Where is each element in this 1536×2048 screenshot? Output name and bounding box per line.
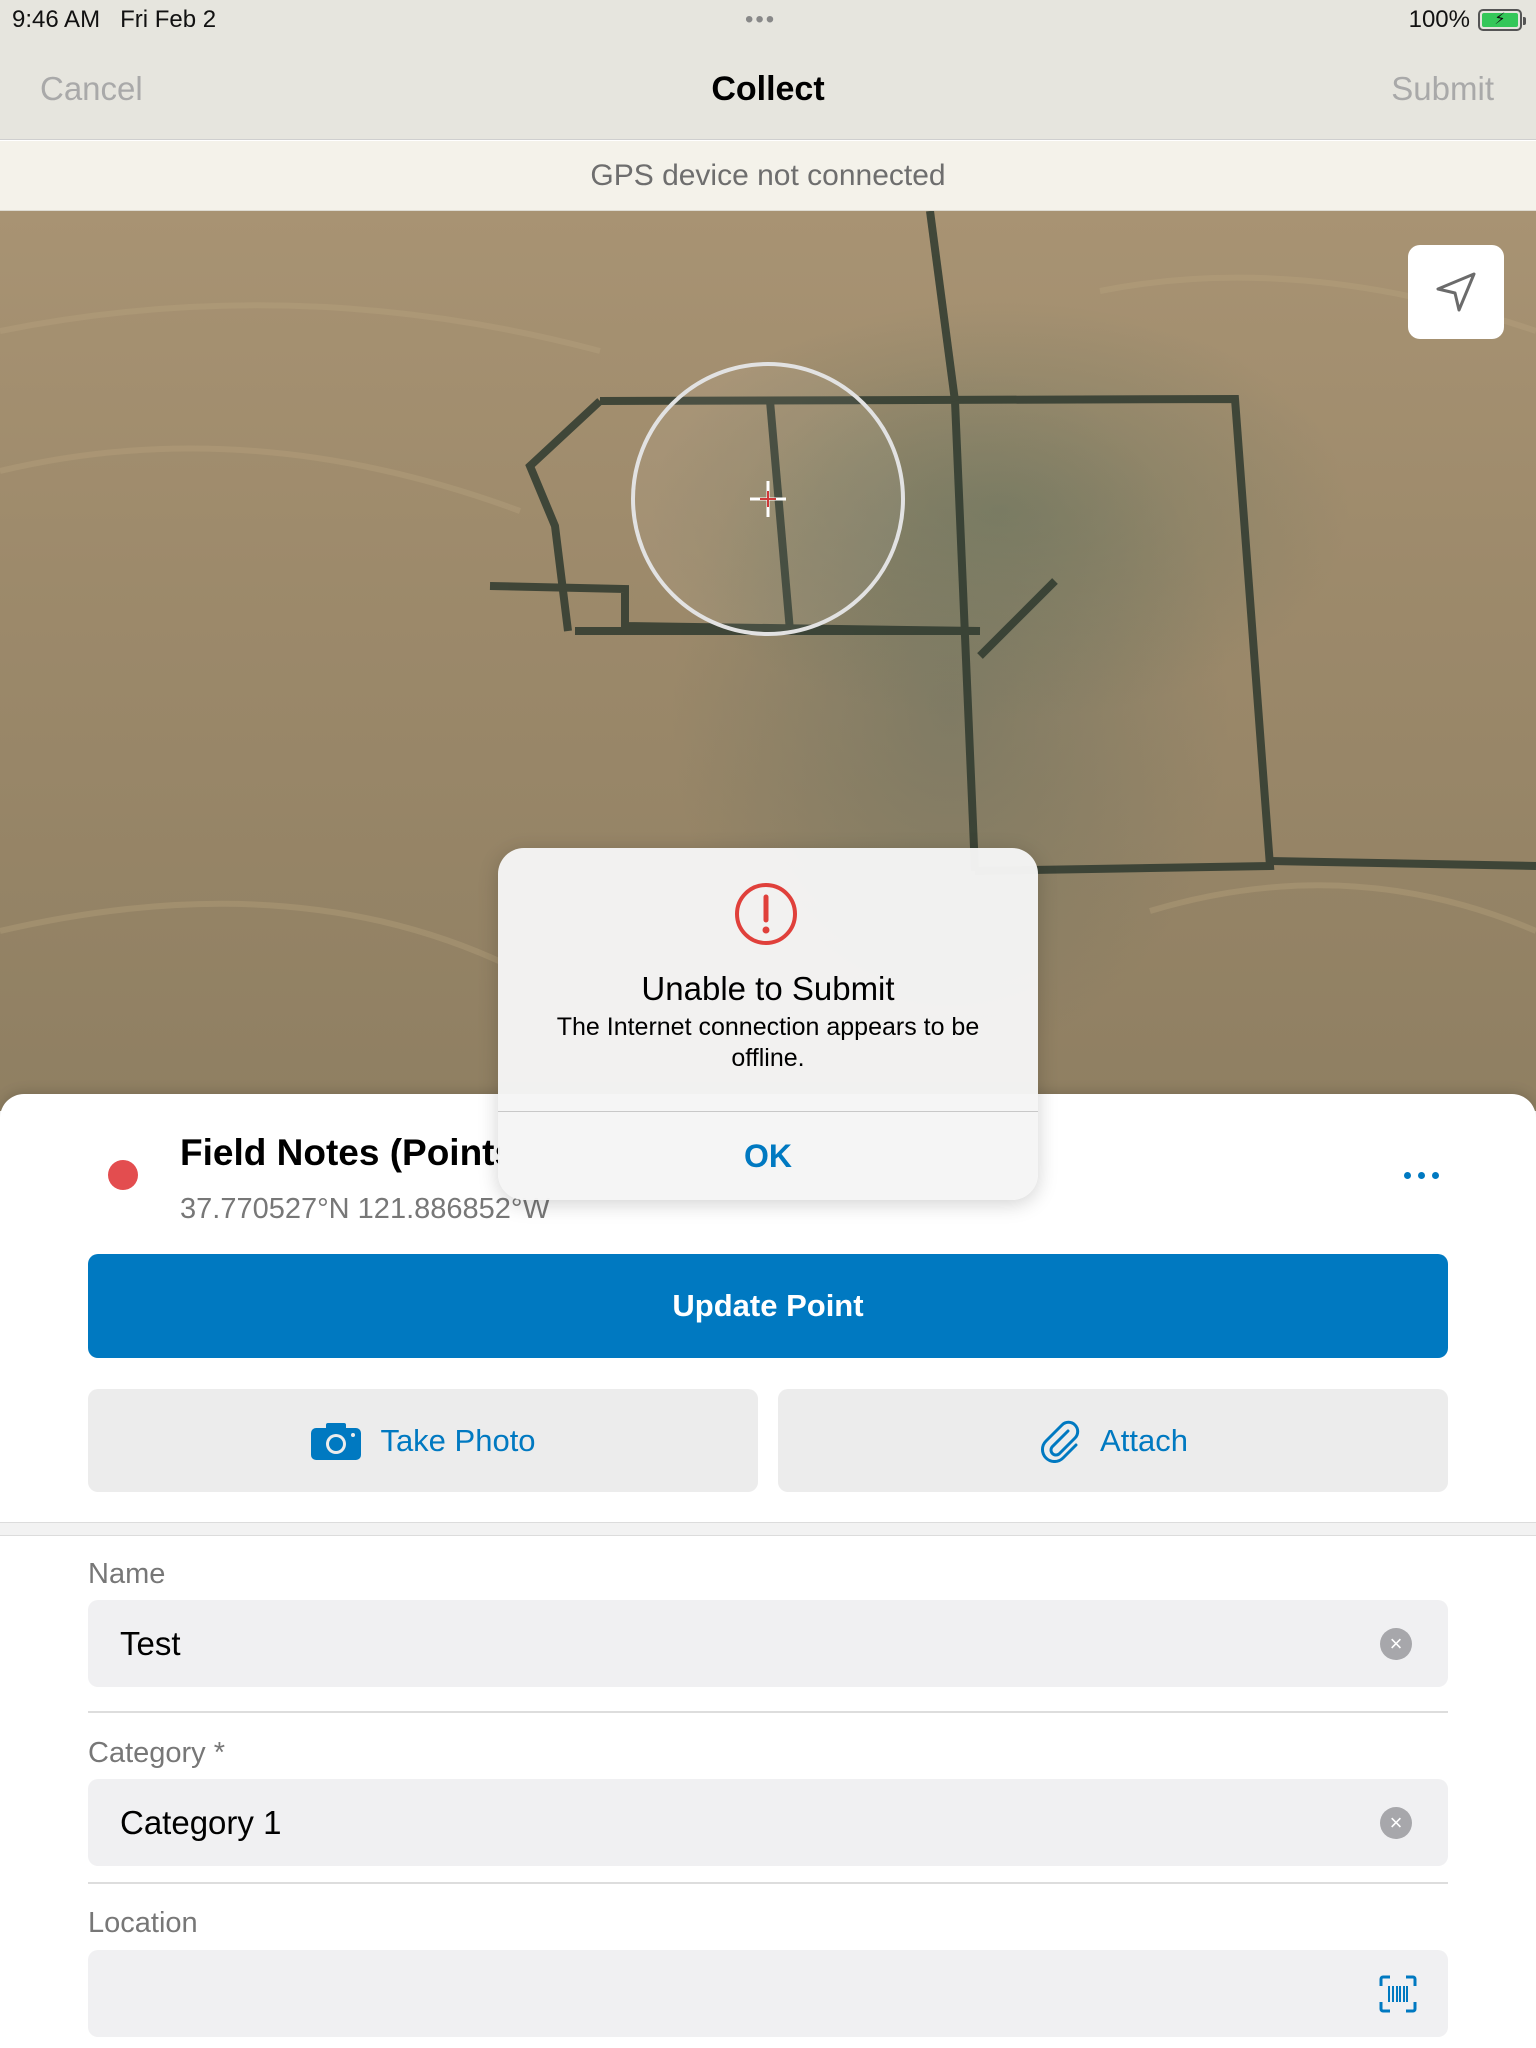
- paperclip-icon: [1041, 1420, 1080, 1463]
- battery-icon: ⚡: [1478, 9, 1526, 31]
- error-alert-dialog: Unable to Submit The Internet connection…: [498, 848, 1038, 1200]
- navigation-arrow-icon: [1436, 272, 1476, 312]
- warning-icon: [735, 883, 797, 945]
- feature-panel: [0, 1094, 1536, 2048]
- cancel-button[interactable]: Cancel: [40, 70, 143, 108]
- attach-button[interactable]: Attach: [778, 1389, 1448, 1492]
- alert-title: Unable to Submit: [641, 970, 895, 1007]
- alert-message: The Internet connection appears to be of…: [556, 1013, 980, 1072]
- attach-label: Attach: [1100, 1422, 1188, 1458]
- gps-status-banner: GPS device not connected: [0, 141, 1536, 211]
- section-divider: [0, 1522, 1536, 1536]
- navigation-bar: 9:46 AM Fri Feb 2 ••• 100% ⚡ Cancel Coll…: [0, 0, 1536, 140]
- clear-icon[interactable]: ×: [1380, 1807, 1412, 1839]
- name-field[interactable]: Test ×: [88, 1600, 1448, 1687]
- crosshair-icon: [750, 481, 786, 517]
- feature-coordinates: 37.770527°N 121.886852°W: [180, 1193, 550, 1225]
- take-photo-label: Take Photo: [380, 1422, 536, 1458]
- ok-button[interactable]: OK: [498, 1112, 1038, 1200]
- page-title: Collect: [711, 70, 825, 108]
- camera-icon: [311, 1422, 362, 1460]
- more-options-button[interactable]: [1392, 1155, 1450, 1195]
- ellipsis-icon: [1403, 1171, 1411, 1179]
- status-clock: 9:46 AM: [12, 6, 101, 33]
- battery-status: 100% ⚡: [1408, 6, 1526, 34]
- field-divider: [88, 1882, 1448, 1884]
- status-time: 9:46 AM Fri Feb 2: [12, 6, 216, 34]
- name-value: Test: [120, 1625, 181, 1662]
- location-field[interactable]: [88, 1950, 1448, 2037]
- feature-layer-title: Field Notes (Points): [180, 1132, 500, 1173]
- location-label: Location: [88, 1907, 198, 1939]
- barcode-scan-icon[interactable]: [1378, 1974, 1418, 2014]
- take-photo-button[interactable]: Take Photo: [88, 1389, 758, 1492]
- submit-button[interactable]: Submit: [1391, 70, 1494, 108]
- feature-symbol: [108, 1160, 138, 1190]
- locate-button[interactable]: [1408, 245, 1504, 339]
- clear-icon[interactable]: ×: [1380, 1628, 1412, 1660]
- name-label: Name: [88, 1558, 166, 1590]
- field-divider: [88, 1711, 1448, 1713]
- battery-percent: 100%: [1408, 6, 1470, 33]
- update-point-button[interactable]: Update Point: [88, 1254, 1448, 1358]
- multitasking-dots[interactable]: •••: [745, 6, 776, 34]
- status-date: Fri Feb 2: [120, 6, 217, 33]
- category-label: Category *: [88, 1737, 226, 1769]
- category-field[interactable]: Category 1 ×: [88, 1779, 1448, 1866]
- category-value: Category 1: [120, 1804, 282, 1841]
